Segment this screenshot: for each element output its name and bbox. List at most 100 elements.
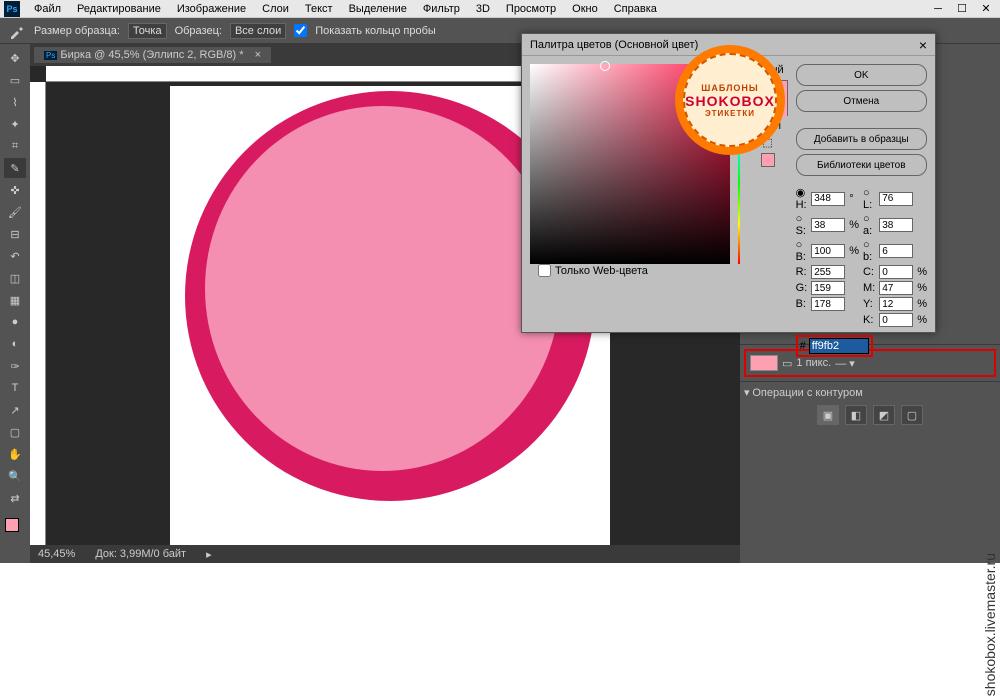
k-label: K:: [863, 314, 875, 326]
pen-tool[interactable]: ✑: [4, 356, 26, 376]
tab-close-icon[interactable]: ×: [255, 49, 261, 61]
m-input[interactable]: [879, 281, 913, 295]
menu-text[interactable]: Текст: [297, 1, 341, 17]
y-input[interactable]: [879, 297, 913, 311]
b-radio[interactable]: ○ b:: [863, 239, 875, 263]
h-input[interactable]: [811, 192, 845, 206]
close-icon[interactable]: ✕: [976, 2, 996, 16]
combine-icon[interactable]: ▣: [817, 405, 839, 425]
l-radio[interactable]: ○ L:: [863, 187, 875, 211]
color-swatches[interactable]: [5, 518, 25, 538]
menu-help[interactable]: Справка: [606, 1, 665, 17]
safe-color-swatch[interactable]: [761, 153, 775, 167]
subtract-icon[interactable]: ◧: [845, 405, 867, 425]
ok-button[interactable]: OK: [796, 64, 927, 86]
badge-bottom-text: ЭТИКЕТКИ: [705, 109, 755, 118]
heal-tool[interactable]: ✜: [4, 180, 26, 200]
shape-tool[interactable]: ▢: [4, 422, 26, 442]
sample-layer-select[interactable]: Все слои: [230, 23, 286, 39]
doc-size: Док: 3,99M/0 байт: [95, 548, 186, 560]
brush-tool[interactable]: 🖌: [4, 202, 26, 222]
menu-file[interactable]: Файл: [26, 1, 69, 17]
bv-radio[interactable]: ○ B:: [796, 239, 808, 263]
a-input[interactable]: [879, 218, 913, 232]
s-input[interactable]: [811, 218, 845, 232]
g-input[interactable]: [811, 281, 845, 295]
c-input[interactable]: [879, 265, 913, 279]
r-label: R:: [796, 266, 808, 278]
menu-select[interactable]: Выделение: [341, 1, 415, 17]
h-radio[interactable]: ◉ H:: [796, 186, 808, 211]
a-radio[interactable]: ○ a:: [863, 213, 875, 237]
badge-main-text: SHOKOBOX: [685, 93, 775, 109]
gradient-tool[interactable]: ▦: [4, 290, 26, 310]
zoom-level[interactable]: 45,45%: [38, 548, 75, 560]
bc-label: B:: [796, 298, 808, 310]
r-input[interactable]: [811, 265, 845, 279]
swap-colors-icon[interactable]: ⇄: [4, 488, 26, 508]
menu-view[interactable]: Просмотр: [498, 1, 564, 17]
dialog-title: Палитра цветов (Основной цвет): [530, 39, 698, 51]
minimize-icon[interactable]: ─: [928, 2, 948, 16]
menu-bar: Ps Файл Редактирование Изображение Слои …: [0, 0, 1000, 18]
color-marker[interactable]: [600, 61, 610, 71]
menu-filter[interactable]: Фильтр: [415, 1, 468, 17]
m-label: M:: [863, 282, 875, 294]
marquee-tool[interactable]: ▭: [4, 70, 26, 90]
dodge-tool[interactable]: ◐: [4, 334, 26, 354]
history-brush-tool[interactable]: ↶: [4, 246, 26, 266]
status-bar: 45,45% Док: 3,99M/0 байт ▸: [30, 545, 740, 563]
intersect-icon[interactable]: ◩: [873, 405, 895, 425]
menu-image[interactable]: Изображение: [169, 1, 254, 17]
hash-label: #: [800, 340, 806, 352]
color-libraries-button[interactable]: Библиотеки цветов: [796, 154, 927, 176]
c-label: C:: [863, 266, 875, 278]
eyedropper-tool[interactable]: ✎: [4, 158, 26, 178]
k-input[interactable]: [879, 313, 913, 327]
badge-top-text: ШАБЛОНЫ: [701, 83, 758, 93]
menu-layers[interactable]: Слои: [254, 1, 297, 17]
stamp-tool[interactable]: ⊟: [4, 224, 26, 244]
watermark: shokobox.livemaster.ru: [982, 553, 998, 696]
lasso-tool[interactable]: ⌇: [4, 92, 26, 112]
eraser-tool[interactable]: ◫: [4, 268, 26, 288]
menu-3d[interactable]: 3D: [468, 1, 498, 17]
show-ring-checkbox[interactable]: [294, 24, 307, 37]
path-tool[interactable]: ↗: [4, 400, 26, 420]
b-input[interactable]: [879, 244, 913, 258]
move-tool[interactable]: ✥: [4, 48, 26, 68]
bc-input[interactable]: [811, 297, 845, 311]
web-only-checkbox[interactable]: [538, 264, 551, 277]
path-ops-label: Операции с контуром: [752, 387, 863, 399]
document-tab[interactable]: Ps Бирка @ 45,5% (Эллипс 2, RGB/8) * ×: [34, 47, 271, 63]
sample-size-select[interactable]: Точка: [128, 23, 167, 39]
show-ring-label: Показать кольцо пробы: [315, 25, 436, 37]
eyedropper-icon: [8, 22, 26, 40]
cancel-button[interactable]: Отмена: [796, 90, 927, 112]
status-arrow-icon[interactable]: ▸: [206, 548, 212, 561]
menu-edit[interactable]: Редактирование: [69, 1, 169, 17]
s-radio[interactable]: ○ S:: [796, 213, 808, 237]
ps-file-icon: Ps: [44, 51, 57, 60]
hand-tool[interactable]: ✋: [4, 444, 26, 464]
l-input[interactable]: [879, 192, 913, 206]
g-label: G:: [796, 282, 808, 294]
wand-tool[interactable]: ✦: [4, 114, 26, 134]
panel-collapse-icon[interactable]: ▾: [744, 387, 750, 399]
y-label: Y:: [863, 298, 875, 310]
crop-tool[interactable]: ⌗: [4, 136, 26, 156]
web-only-label: Только Web-цвета: [555, 265, 648, 277]
menu-window[interactable]: Окно: [564, 1, 606, 17]
add-swatch-button[interactable]: Добавить в образцы: [796, 128, 927, 150]
type-tool[interactable]: T: [4, 378, 26, 398]
hex-input[interactable]: [809, 338, 869, 354]
zoom-tool[interactable]: 🔍: [4, 466, 26, 486]
toolbox: ✥ ▭ ⌇ ✦ ⌗ ✎ ✜ 🖌 ⊟ ↶ ◫ ▦ ● ◐ ✑ T ↗ ▢ ✋ 🔍 …: [0, 44, 30, 563]
ellipse-inner: [205, 106, 560, 471]
dialog-close-icon[interactable]: ×: [919, 37, 927, 53]
exclude-icon[interactable]: ▢: [901, 405, 923, 425]
bv-input[interactable]: [811, 244, 845, 258]
blur-tool[interactable]: ●: [4, 312, 26, 332]
restore-icon[interactable]: ☐: [952, 2, 972, 16]
app-logo: Ps: [4, 1, 20, 17]
